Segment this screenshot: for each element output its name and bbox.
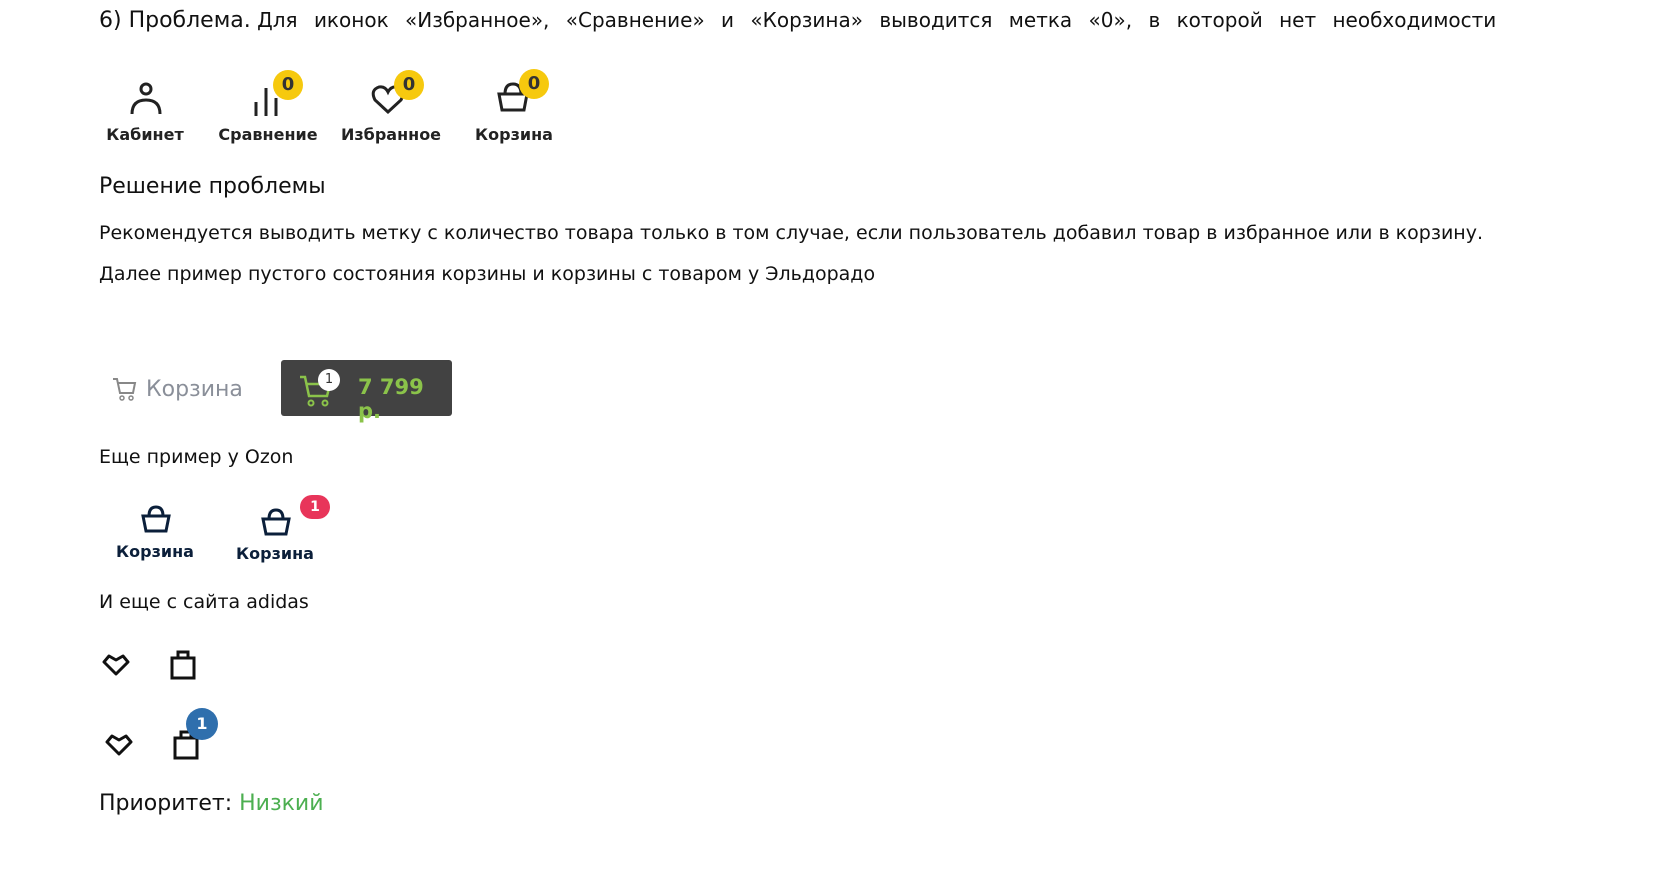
favorites-label: Избранное xyxy=(340,125,442,144)
cart-icon xyxy=(113,378,137,401)
problem-paragraph: 6) Проблема. Для иконок «Избранное», «Ср… xyxy=(99,8,1496,33)
compare-badge: 0 xyxy=(273,70,303,100)
eldorado-cart-empty[interactable]: Корзина xyxy=(112,376,243,402)
kabinet-label: Кабинет xyxy=(106,125,184,144)
problem-text: Для иконок «Избранное», «Сравнение» и «К… xyxy=(257,8,1497,32)
priority-value: Низкий xyxy=(239,791,324,816)
basket-icon xyxy=(141,505,171,533)
solution-paragraph-2: Далее пример пустого состояния корзины и… xyxy=(99,263,876,285)
heart-icon[interactable] xyxy=(104,732,134,758)
priority: Приоритет: Низкий xyxy=(99,791,324,816)
solution-title: Решение проблемы xyxy=(99,174,326,199)
eldorado-price: 7 799 р. xyxy=(358,375,424,423)
adidas-cart-count: 1 xyxy=(186,708,218,740)
adidas-caption: И еще с сайта adidas xyxy=(99,591,309,613)
ozon-label: Корзина xyxy=(236,544,314,563)
ozon-cart-count: 1 xyxy=(300,495,330,519)
user-icon xyxy=(130,82,162,115)
ozon-caption: Еще пример у Ozon xyxy=(99,446,294,468)
solution-paragraph-1: Рекомендуется выводить метку с количеств… xyxy=(99,222,1483,244)
favorites-badge: 0 xyxy=(394,70,424,100)
eldorado-cart-filled[interactable]: 1 7 799 р. xyxy=(281,360,452,423)
ozon-label: Корзина xyxy=(116,542,194,561)
eldorado-empty-label: Корзина xyxy=(146,376,243,402)
compare-label: Сравнение xyxy=(218,125,318,144)
heart-icon[interactable] xyxy=(101,652,131,678)
problem-title: 6) Проблема. xyxy=(99,8,251,33)
cart-badge: 0 xyxy=(519,69,549,99)
cart-label: Корзина xyxy=(475,125,553,144)
eldorado-cart-count: 1 xyxy=(318,369,340,391)
shopping-bag-icon[interactable] xyxy=(169,650,197,680)
priority-label: Приоритет: xyxy=(99,791,233,816)
basket-icon xyxy=(261,508,291,536)
